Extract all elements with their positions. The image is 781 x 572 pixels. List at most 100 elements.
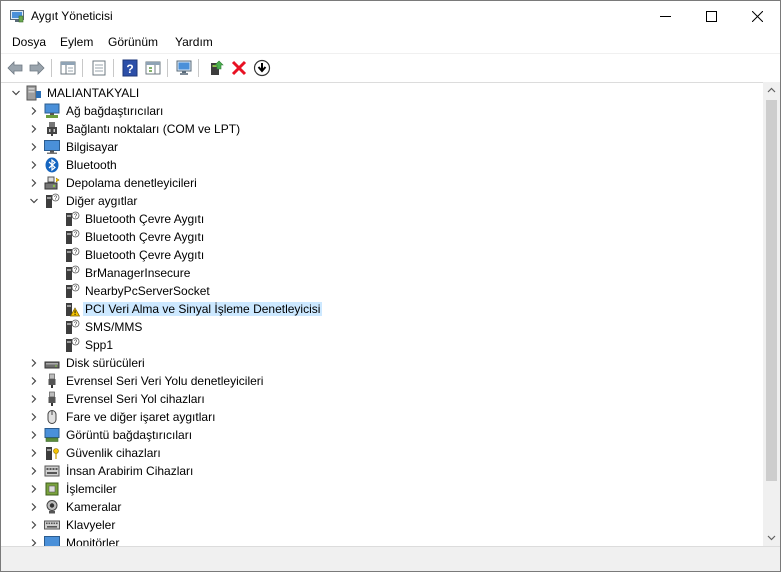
tree-category-label: Bluetooth xyxy=(66,158,117,172)
tree-category-disk-drives[interactable]: Disk sürücüleri xyxy=(1,354,741,372)
tree-category-label: İşlemciler xyxy=(66,482,117,496)
back-button[interactable] xyxy=(5,58,25,78)
properties-button[interactable] xyxy=(89,58,109,78)
tree-device-label: Bluetooth Çevre Aygıtı xyxy=(85,230,205,244)
tree-category-hid[interactable]: İnsan Arabirim Cihazları xyxy=(1,462,741,480)
expand-toggle[interactable] xyxy=(29,498,39,516)
tree-root[interactable]: MALIANTAKYALI xyxy=(1,84,741,102)
enable-device-button[interactable] xyxy=(252,58,272,78)
tree-category-label: Diğer aygıtlar xyxy=(66,194,138,208)
vertical-scrollbar[interactable] xyxy=(763,82,780,546)
action-pane-button[interactable] xyxy=(143,58,163,78)
tree-device-item-selected[interactable]: PCI Veri Alma ve Sinyal İşleme Denetleyi… xyxy=(1,300,741,318)
collapse-toggle[interactable] xyxy=(29,192,39,210)
chevron-right-icon xyxy=(31,413,37,421)
tree-device-item[interactable]: ? NearbyPcServerSocket xyxy=(1,282,741,300)
scrollbar-thumb[interactable] xyxy=(766,100,777,481)
chevron-right-icon xyxy=(31,521,37,529)
scroll-down-arrow-icon[interactable] xyxy=(767,533,776,542)
expand-toggle[interactable] xyxy=(29,390,39,408)
expand-toggle[interactable] xyxy=(29,444,39,462)
close-button[interactable] xyxy=(734,1,780,32)
tree-category-network-adapters[interactable]: Ağ bağdaştırıcıları xyxy=(1,102,741,120)
processor-icon xyxy=(45,482,59,496)
svg-text:?: ? xyxy=(126,62,133,76)
title-bar[interactable]: Aygıt Yöneticisi xyxy=(1,1,780,32)
tree-device-label: Spp1 xyxy=(85,338,114,352)
window-title: Aygıt Yöneticisi xyxy=(31,9,113,23)
chevron-right-icon xyxy=(31,449,37,457)
chevron-right-icon xyxy=(31,161,37,169)
unknown-device-icon: ? xyxy=(66,337,80,352)
expand-toggle[interactable] xyxy=(29,354,39,372)
scroll-up-arrow-icon[interactable] xyxy=(767,86,776,95)
usb-plug-icon xyxy=(48,391,56,406)
tree-category-label: Klavyeler xyxy=(66,518,116,532)
minimize-icon xyxy=(659,16,671,17)
tree-category-display-adapters[interactable]: Görüntü bağdaştırıcıları xyxy=(1,426,741,444)
security-key-icon xyxy=(46,447,59,460)
chevron-right-icon xyxy=(31,377,37,385)
expand-toggle[interactable] xyxy=(29,174,39,192)
chevron-right-icon xyxy=(31,359,37,367)
device-tree: MALIANTAKYALI Ağ bağdaştırıcıları Bağlan… xyxy=(1,82,763,546)
expand-toggle[interactable] xyxy=(29,102,39,120)
tree-device-item[interactable]: ? BrManagerInsecure xyxy=(1,264,741,282)
menu-help[interactable]: Yardım xyxy=(175,35,213,49)
unknown-device-icon: ? xyxy=(66,211,80,226)
collapse-root-toggle[interactable] xyxy=(11,84,21,102)
tree-category-security-devices[interactable]: Güvenlik cihazları xyxy=(1,444,741,462)
show-hide-console-tree-button[interactable] xyxy=(58,58,78,78)
expand-toggle[interactable] xyxy=(29,516,39,534)
minimize-button[interactable] xyxy=(642,1,688,32)
update-driver-button[interactable] xyxy=(206,58,226,78)
tree-category-storage-controllers[interactable]: Depolama denetleyicileri xyxy=(1,174,741,192)
expand-toggle[interactable] xyxy=(29,156,39,174)
tree-device-item[interactable]: ? SMS/MMS xyxy=(1,318,741,336)
tree-category-monitors[interactable]: Monitörler xyxy=(1,534,741,546)
menu-file[interactable]: Dosya xyxy=(12,35,46,49)
menu-bar: Dosya Eylem Görünüm Yardım xyxy=(1,32,780,53)
uninstall-device-button[interactable] xyxy=(229,58,249,78)
tree-category-other-devices[interactable]: ? Diğer aygıtlar xyxy=(1,192,741,210)
scan-hardware-button[interactable] xyxy=(174,58,194,78)
menu-view[interactable]: Görünüm xyxy=(108,35,158,49)
close-icon xyxy=(751,11,763,22)
menu-action[interactable]: Eylem xyxy=(60,35,93,49)
maximize-icon xyxy=(705,11,717,22)
expand-toggle[interactable] xyxy=(29,372,39,390)
usb-plug-icon xyxy=(48,373,56,388)
tree-device-item[interactable]: ? Bluetooth Çevre Aygıtı xyxy=(1,210,741,228)
forward-button[interactable] xyxy=(27,58,47,78)
properties-icon xyxy=(92,60,106,76)
tree-category-usb-devices[interactable]: Evrensel Seri Yol cihazları xyxy=(1,390,741,408)
expand-toggle[interactable] xyxy=(29,426,39,444)
unknown-device-icon: ? xyxy=(66,319,80,334)
tree-category-processors[interactable]: İşlemciler xyxy=(1,480,741,498)
expand-toggle[interactable] xyxy=(29,408,39,426)
expand-toggle[interactable] xyxy=(29,462,39,480)
hid-keyboard-icon xyxy=(44,465,60,477)
expand-toggle[interactable] xyxy=(29,138,39,156)
tree-category-usb-controllers[interactable]: Evrensel Seri Veri Yolu denetleyicileri xyxy=(1,372,741,390)
tree-category-cameras[interactable]: Kameralar xyxy=(1,498,741,516)
maximize-button[interactable] xyxy=(688,1,734,32)
expand-toggle[interactable] xyxy=(29,480,39,498)
help-button[interactable]: ? xyxy=(120,58,140,78)
tree-category-label: İnsan Arabirim Cihazları xyxy=(66,464,194,478)
action-pane-icon xyxy=(145,61,161,75)
unknown-device-icon: ? xyxy=(66,265,80,280)
expand-toggle[interactable] xyxy=(29,534,39,546)
storage-controller-icon xyxy=(44,176,60,190)
tree-category-computer[interactable]: Bilgisayar xyxy=(1,138,741,156)
tree-category-ports[interactable]: Bağlantı noktaları (COM ve LPT) xyxy=(1,120,741,138)
tree-device-item[interactable]: ? Bluetooth Çevre Aygıtı xyxy=(1,246,741,264)
tree-category-keyboards[interactable]: Klavyeler xyxy=(1,516,741,534)
tree-device-item[interactable]: ? Bluetooth Çevre Aygıtı xyxy=(1,228,741,246)
tree-category-bluetooth[interactable]: Bluetooth xyxy=(1,156,741,174)
tree-category-mice[interactable]: Fare ve diğer işaret aygıtları xyxy=(1,408,741,426)
chevron-right-icon xyxy=(31,503,37,511)
expand-toggle[interactable] xyxy=(29,120,39,138)
tree-device-item[interactable]: ? Spp1 xyxy=(1,336,741,354)
tree-device-label: BrManagerInsecure xyxy=(85,266,191,280)
